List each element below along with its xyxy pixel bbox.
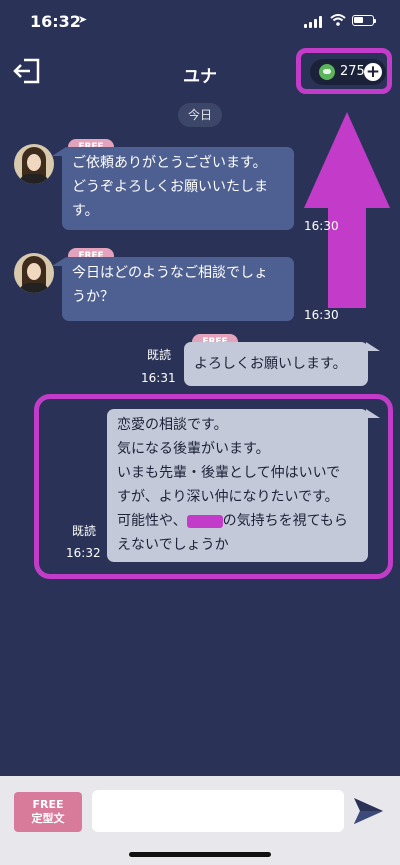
message-text: えないでしょうか — [117, 537, 229, 553]
battery-icon — [352, 15, 376, 26]
read-receipt: 既読 — [72, 524, 97, 538]
redaction-mark — [186, 514, 223, 528]
status-bar: 16:32 ➤ — [0, 0, 400, 44]
template-button[interactable]: FREE 定型文 — [14, 792, 82, 832]
message-text: ご依頼ありがとうございます。 — [72, 155, 267, 171]
partner-avatar[interactable] — [14, 253, 54, 293]
message-text: 今日はどのようなご相談でしょ — [72, 265, 268, 281]
date-separator: 今日 — [178, 103, 222, 127]
home-indicator — [129, 852, 271, 857]
message-time: 16:31 — [141, 371, 176, 385]
message-time: 16:32 — [66, 546, 101, 560]
message-time: 16:30 — [304, 308, 339, 322]
message-text: す。 — [72, 203, 99, 219]
points-balance[interactable]: 275 + — [310, 59, 386, 85]
partner-avatar[interactable] — [14, 144, 54, 184]
message-bubble-incoming: 今日はどのようなご相談でしょ うか？ — [62, 257, 294, 321]
message-input[interactable] — [92, 790, 344, 832]
arrow-up-annotation — [304, 112, 390, 308]
wifi-icon — [330, 14, 346, 26]
message-time: 16:30 — [304, 219, 339, 233]
message-text: 気になる後輩がいます。 — [117, 441, 270, 457]
message-text: いまも先輩・後輩として仲はいいで — [117, 465, 341, 481]
send-icon[interactable] — [352, 796, 384, 826]
coin-icon — [319, 64, 335, 80]
message-text: 恋愛の相談です。 — [117, 417, 228, 433]
message-text: どうぞよろしくお願いいたしま — [72, 179, 268, 195]
message-text: うか？ — [72, 289, 114, 305]
add-points-button[interactable]: + — [364, 63, 382, 81]
message-text: すが、より深い仲になりたいです。 — [117, 489, 339, 505]
location-icon: ➤ — [78, 13, 88, 26]
message-text: よろしくお願いします。 — [194, 356, 347, 372]
message-bubble-outgoing: よろしくお願いします。 — [184, 342, 368, 386]
status-time: 16:32 — [30, 12, 81, 31]
points-value: 275 — [340, 64, 365, 79]
signal-icon — [304, 16, 326, 28]
message-text: 可能性や、 の気持ちを視てもら — [117, 513, 348, 529]
input-bar: FREE 定型文 — [0, 776, 400, 865]
message-bubble-incoming: ご依頼ありがとうございます。 どうぞよろしくお願いいたしま す。 — [62, 147, 294, 230]
read-receipt: 既読 — [147, 348, 172, 362]
message-bubble-outgoing: 恋愛の相談です。 気になる後輩がいます。 いまも先輩・後輩として仲はいいで すが… — [107, 409, 368, 562]
